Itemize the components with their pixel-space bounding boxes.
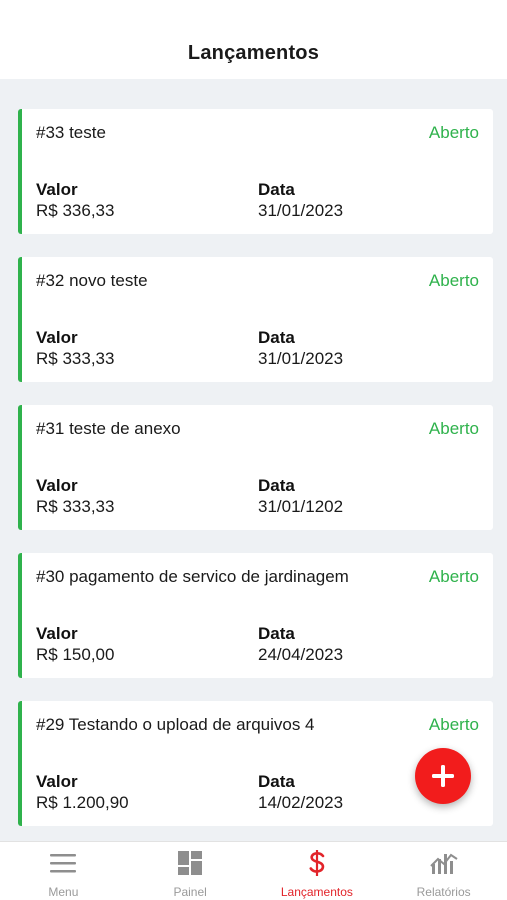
bottom-tab-bar: Menu Painel Lançamentos Relatórios bbox=[0, 841, 507, 900]
entry-title: #33 teste bbox=[36, 123, 106, 142]
value-label: Valor bbox=[36, 180, 78, 199]
entry-title: #31 teste de anexo bbox=[36, 419, 181, 438]
status-badge: Aberto bbox=[428, 123, 479, 142]
plus-icon bbox=[432, 765, 454, 787]
date-label: Data bbox=[258, 476, 295, 495]
value-amount: R$ 1.200,90 bbox=[36, 793, 129, 812]
date-value: 31/01/1202 bbox=[258, 497, 344, 516]
date-label: Data bbox=[258, 180, 295, 199]
date-value: 31/01/2023 bbox=[258, 201, 344, 220]
page-title: Lançamentos bbox=[187, 42, 320, 64]
date-value: 24/04/2023 bbox=[258, 645, 344, 664]
date-label: Data bbox=[258, 624, 295, 643]
value-amount: R$ 333,33 bbox=[36, 497, 115, 516]
value-label: Valor bbox=[36, 624, 78, 643]
dollar-icon bbox=[307, 850, 327, 876]
tab-label: Lançamentos bbox=[280, 885, 353, 899]
entry-card[interactable]: #32 novo teste Aberto Valor R$ 333,33 Da… bbox=[18, 257, 493, 382]
add-entry-button[interactable] bbox=[415, 748, 471, 804]
entry-title: #29 Testando o upload de arquivos 4 bbox=[36, 715, 315, 734]
status-badge: Aberto bbox=[428, 567, 479, 586]
tab-painel[interactable]: Painel bbox=[127, 842, 254, 900]
date-label: Data bbox=[258, 772, 295, 791]
tab-label: Menu bbox=[48, 885, 79, 899]
chart-icon bbox=[429, 850, 458, 876]
tab-relatorios[interactable]: Relatórios bbox=[380, 842, 507, 900]
status-badge: Aberto bbox=[428, 715, 479, 734]
menu-icon bbox=[49, 850, 77, 876]
value-label: Valor bbox=[36, 476, 78, 495]
tab-lancamentos[interactable]: Lançamentos bbox=[254, 842, 381, 900]
entry-title: #32 novo teste bbox=[36, 271, 148, 290]
value-amount: R$ 336,33 bbox=[36, 201, 115, 220]
entry-card[interactable]: #31 teste de anexo Aberto Valor R$ 333,3… bbox=[18, 405, 493, 530]
tab-label: Relatórios bbox=[416, 885, 471, 899]
tab-label: Painel bbox=[173, 885, 207, 899]
entries-list[interactable]: #33 teste Aberto Valor R$ 336,33 Data 31… bbox=[0, 79, 507, 841]
tab-menu[interactable]: Menu bbox=[0, 842, 127, 900]
value-amount: R$ 150,00 bbox=[36, 645, 115, 664]
date-value: 31/01/2023 bbox=[258, 349, 344, 368]
entry-card[interactable]: #33 teste Aberto Valor R$ 336,33 Data 31… bbox=[18, 109, 493, 234]
date-value: 14/02/2023 bbox=[258, 793, 344, 812]
date-label: Data bbox=[258, 328, 295, 347]
app-header: Lançamentos bbox=[0, 0, 507, 79]
value-label: Valor bbox=[36, 328, 78, 347]
status-badge: Aberto bbox=[428, 419, 479, 438]
dashboard-icon bbox=[177, 850, 203, 876]
entry-card[interactable]: #30 pagamento de servico de jardinagem A… bbox=[18, 553, 493, 678]
entry-title: #30 pagamento de servico de jardinagem bbox=[36, 567, 349, 586]
value-label: Valor bbox=[36, 772, 78, 791]
status-badge: Aberto bbox=[428, 271, 479, 290]
value-amount: R$ 333,33 bbox=[36, 349, 115, 368]
